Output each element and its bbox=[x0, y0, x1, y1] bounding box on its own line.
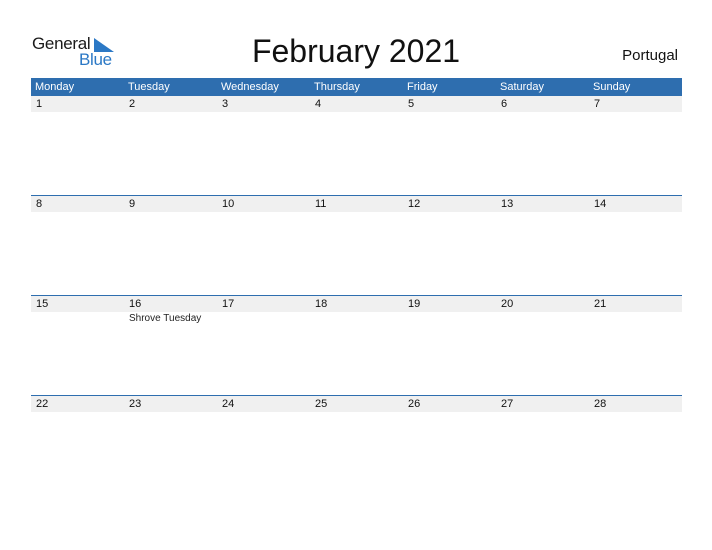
day-number: 11 bbox=[315, 198, 327, 210]
day-number-row: 22 23 24 25 26 27 28 bbox=[31, 396, 682, 412]
week-row: 15 16 17 18 19 20 21 Shrove Tuesday bbox=[31, 295, 682, 395]
day-number: 7 bbox=[594, 98, 601, 110]
day-number: 14 bbox=[594, 198, 607, 210]
day-number: 15 bbox=[36, 298, 49, 310]
day-number: 27 bbox=[501, 398, 514, 410]
day-number: 10 bbox=[222, 198, 235, 210]
day-number: 4 bbox=[315, 98, 322, 110]
day-number: 21 bbox=[594, 298, 607, 310]
day-number: 17 bbox=[222, 298, 235, 310]
day-number: 8 bbox=[36, 198, 43, 210]
weekday-label: Wednesday bbox=[221, 81, 279, 93]
week-row: 22 23 24 25 26 27 28 bbox=[31, 395, 682, 495]
holiday-label bbox=[403, 312, 496, 325]
day-number: 3 bbox=[222, 98, 229, 110]
day-number: 24 bbox=[222, 398, 235, 410]
day-number-row: 15 16 17 18 19 20 21 bbox=[31, 296, 682, 312]
day-number: 19 bbox=[408, 298, 421, 310]
day-number: 9 bbox=[129, 198, 136, 210]
day-number: 12 bbox=[408, 198, 421, 210]
day-number: 20 bbox=[501, 298, 514, 310]
country-label: Portugal bbox=[622, 47, 678, 64]
weekday-label: Saturday bbox=[500, 81, 545, 93]
week-row: 1 2 3 4 5 6 7 bbox=[31, 96, 682, 195]
holiday-label bbox=[217, 312, 310, 325]
day-number-row: 8 9 10 11 12 13 14 bbox=[31, 196, 682, 212]
week-row: 8 9 10 11 12 13 14 bbox=[31, 195, 682, 295]
page-title: February 2021 bbox=[251, 33, 461, 69]
weekday-label: Monday bbox=[35, 81, 75, 93]
weekday-label: Tuesday bbox=[128, 81, 170, 93]
holiday-label bbox=[310, 312, 403, 325]
day-number: 16 bbox=[129, 298, 142, 310]
day-number: 28 bbox=[594, 398, 607, 410]
day-number: 6 bbox=[501, 98, 508, 110]
holiday-label bbox=[496, 312, 589, 325]
holiday-label bbox=[589, 312, 682, 325]
weekday-label: Thursday bbox=[314, 81, 360, 93]
day-number: 13 bbox=[501, 198, 514, 210]
day-number: 2 bbox=[129, 98, 136, 110]
weekday-header: Monday Tuesday Wednesday Thursday Friday… bbox=[31, 78, 682, 96]
holiday-label bbox=[31, 312, 124, 325]
day-number: 23 bbox=[129, 398, 142, 410]
day-number-row: 1 2 3 4 5 6 7 bbox=[31, 96, 682, 112]
weekday-label: Friday bbox=[407, 81, 438, 93]
day-number: 26 bbox=[408, 398, 421, 410]
holiday-label: Shrove Tuesday bbox=[129, 313, 202, 324]
day-number: 1 bbox=[36, 98, 43, 110]
day-number: 5 bbox=[408, 98, 415, 110]
day-number: 18 bbox=[315, 298, 328, 310]
day-number: 25 bbox=[315, 398, 328, 410]
weekday-label: Sunday bbox=[593, 81, 631, 93]
day-number: 22 bbox=[36, 398, 49, 410]
event-row: Shrove Tuesday bbox=[31, 312, 682, 325]
calendar: Monday Tuesday Wednesday Thursday Friday… bbox=[31, 78, 682, 495]
